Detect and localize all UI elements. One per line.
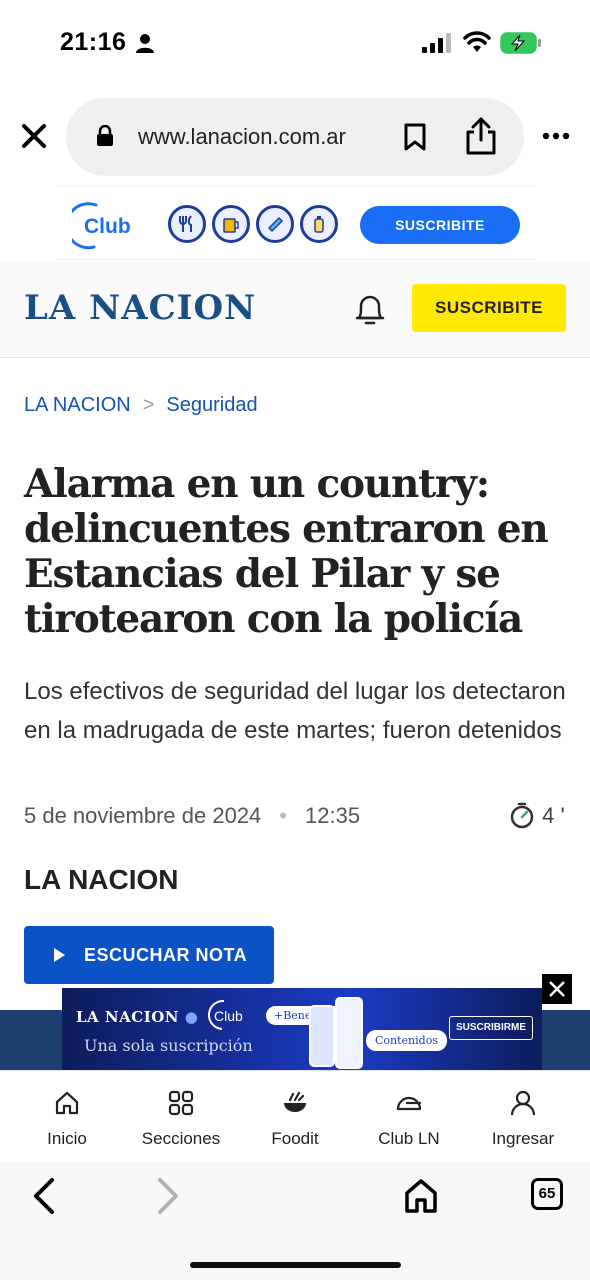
- bottom-ad-banner[interactable]: LA NACION ● Club Una sola suscripción +B…: [62, 988, 542, 1070]
- nav-label: Foodit: [271, 1129, 319, 1148]
- home-icon[interactable]: [404, 1178, 438, 1214]
- url-text[interactable]: www.lanacion.com.ar: [138, 124, 346, 150]
- meta-separator: •: [279, 803, 287, 828]
- breadcrumb-section[interactable]: Seguridad: [166, 394, 257, 416]
- article-author[interactable]: LA NACION: [24, 864, 179, 896]
- home-indicator: [190, 1262, 401, 1268]
- bottle-icon: [300, 205, 338, 243]
- grid-icon: [168, 1090, 194, 1116]
- battery-charging-icon: [500, 32, 541, 54]
- club-logo: Club: [207, 999, 243, 1030]
- stopwatch-icon: [510, 802, 534, 829]
- svg-text:Club: Club: [84, 215, 131, 238]
- bell-icon[interactable]: [352, 290, 388, 328]
- nav-label: Secciones: [141, 1129, 221, 1148]
- article-date: 5 de noviembre de 2024: [24, 803, 262, 828]
- close-ad-icon[interactable]: [542, 974, 572, 1004]
- ticket-icon: [256, 205, 294, 243]
- ad-contents-pill: Contenidos: [366, 1030, 447, 1051]
- nav-item-ingresar[interactable]: Ingresar: [466, 1071, 580, 1163]
- nav-item-foodit[interactable]: Foodit: [238, 1071, 352, 1163]
- bookmark-icon[interactable]: [402, 122, 428, 152]
- person-icon: [136, 34, 154, 53]
- share-icon[interactable]: [464, 116, 498, 156]
- play-icon: [54, 948, 65, 962]
- breadcrumb-separator: >: [142, 394, 155, 416]
- signal-icon: [422, 33, 451, 53]
- nav-item-inicio[interactable]: Inicio: [10, 1071, 124, 1163]
- club-icon: [396, 1096, 422, 1111]
- beer-icon: [212, 205, 250, 243]
- forward-icon[interactable]: [154, 1176, 182, 1216]
- wifi-icon: [463, 31, 491, 52]
- site-header: LA NACION SUSCRIBITE: [0, 262, 590, 358]
- ad-subscribe-button[interactable]: SUSCRIBIRME: [449, 1016, 533, 1040]
- top-ad-banner[interactable]: Club SUSCRIBITE: [56, 186, 536, 260]
- article-headline: Alarma en un country: delincuentes entra…: [24, 461, 549, 642]
- user-icon: [510, 1090, 536, 1116]
- browser-toolbar: 65: [0, 1162, 590, 1280]
- home-icon: [55, 1091, 79, 1115]
- nav-item-secciones[interactable]: Secciones: [124, 1071, 238, 1163]
- status-bar: 21:16: [0, 0, 590, 90]
- svg-text:Club: Club: [214, 1008, 243, 1024]
- nav-label: Club LN: [378, 1129, 440, 1148]
- subscribe-button[interactable]: SUSCRIBITE: [412, 284, 566, 332]
- back-icon[interactable]: [30, 1176, 58, 1216]
- article-meta: 5 de noviembre de 2024 • 12:35: [24, 803, 360, 829]
- ad-tagline: Una sola suscripción: [84, 1036, 253, 1055]
- tab-count: 65: [538, 1185, 556, 1202]
- article-subheadline: Los efectivos de seguridad del lugar los…: [24, 678, 566, 744]
- ad-brand: LA NACION ●: [76, 1008, 199, 1026]
- nav-label: Ingresar: [491, 1129, 555, 1148]
- status-time: 21:16: [60, 28, 127, 56]
- club-logo: Club: [65, 199, 142, 251]
- read-time: 4 ': [508, 801, 565, 829]
- food-bowl-icon: [284, 1091, 306, 1112]
- read-time-value: 4 ': [542, 803, 565, 828]
- cutlery-icon: [168, 205, 206, 243]
- nav-item-club-ln[interactable]: Club LN: [352, 1071, 466, 1163]
- lock-icon: [97, 125, 113, 146]
- breadcrumb: LA NACION > Seguridad: [24, 394, 258, 417]
- site-logo[interactable]: LA NACION: [24, 288, 256, 328]
- close-icon[interactable]: [20, 122, 48, 150]
- phone-illustration: [309, 997, 363, 1069]
- breadcrumb-home[interactable]: LA NACION: [24, 394, 131, 416]
- browser-address-area: www.lanacion.com.ar: [0, 98, 590, 178]
- ad-subscribe-button[interactable]: SUSCRIBITE: [360, 206, 520, 244]
- listen-label: ESCUCHAR NOTA: [84, 945, 248, 965]
- address-bar[interactable]: www.lanacion.com.ar: [66, 98, 524, 176]
- nav-label: Inicio: [47, 1129, 87, 1148]
- tabs-button[interactable]: 65: [531, 1178, 563, 1210]
- bottom-navigation: Inicio Secciones Foodit Club LN Ingresar: [0, 1070, 590, 1162]
- article-time: 12:35: [305, 803, 361, 828]
- listen-button[interactable]: ESCUCHAR NOTA: [24, 926, 274, 984]
- more-icon[interactable]: [542, 132, 570, 140]
